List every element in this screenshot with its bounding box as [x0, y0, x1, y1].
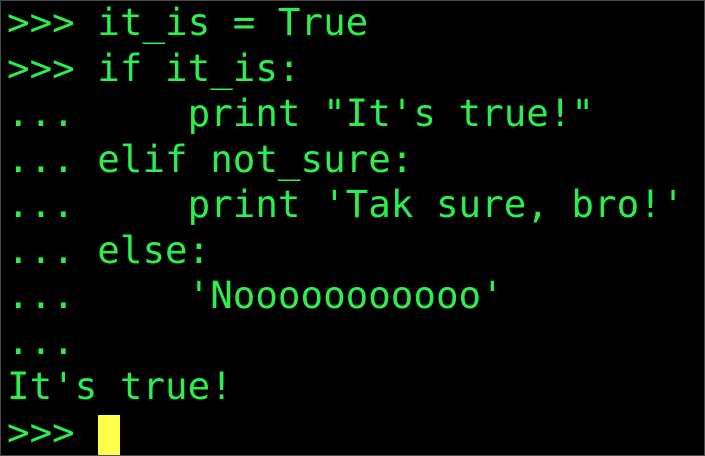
terminal-input-line[interactable]: >>>	[7, 410, 704, 456]
terminal-line-6: ... else:	[7, 227, 211, 272]
terminal-window[interactable]: >>> it_is = True >>> if it_is: ... print…	[0, 0, 705, 456]
terminal-line-3: ... print "It's true!"	[7, 91, 594, 135]
text-cursor[interactable]	[98, 414, 121, 455]
terminal-line-2: >>> if it_is:	[7, 45, 301, 90]
terminal-line-7: ... 'Nooooooooooo'	[7, 273, 504, 317]
terminal-output-line: It's true!	[7, 364, 233, 408]
terminal-line-1: >>> it_is = True	[7, 0, 369, 44]
terminal-line-5: ... print 'Tak sure, bro!'	[7, 182, 685, 226]
terminal-line-8: ...	[7, 318, 75, 363]
terminal-line-4: ... elif not_sure:	[7, 136, 414, 181]
terminal-prompt: >>>	[7, 409, 98, 454]
